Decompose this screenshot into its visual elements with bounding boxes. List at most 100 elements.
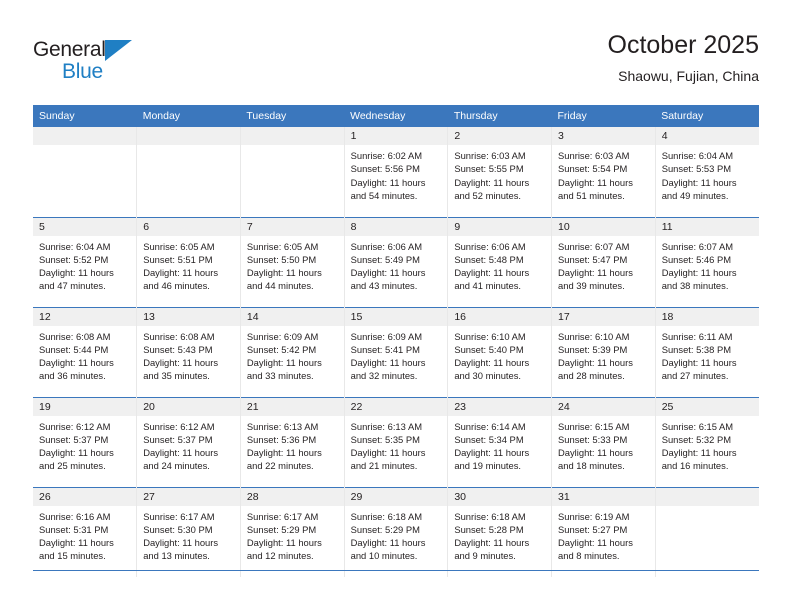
day-number: 30	[448, 487, 552, 506]
week-row: 5 Sunrise: 6:04 AM Sunset: 5:52 PM Dayli…	[33, 216, 759, 307]
day-details: Sunrise: 6:09 AM Sunset: 5:42 PM Dayligh…	[241, 326, 344, 383]
day-number	[655, 487, 759, 506]
day-cell[interactable]: 7 Sunrise: 6:05 AM Sunset: 5:50 PM Dayli…	[239, 216, 345, 307]
sunrise-line: Sunrise: 6:18 AM	[350, 510, 423, 522]
daylight-line-2: and 47 minutes.	[39, 280, 106, 292]
day-cell[interactable]: 12 Sunrise: 6:08 AM Sunset: 5:44 PM Dayl…	[33, 306, 137, 397]
day-cell[interactable]: 30 Sunrise: 6:18 AM Sunset: 5:28 PM Dayl…	[447, 486, 552, 577]
day-cell[interactable]	[33, 127, 137, 217]
day-cell[interactable]	[239, 127, 345, 217]
day-cell[interactable]	[136, 127, 241, 217]
sunset-line: Sunset: 5:35 PM	[350, 433, 420, 445]
day-cell[interactable]: 9 Sunrise: 6:06 AM Sunset: 5:48 PM Dayli…	[447, 216, 552, 307]
day-cell[interactable]: 4 Sunrise: 6:04 AM Sunset: 5:53 PM Dayli…	[654, 127, 759, 217]
sunrise-line: Sunrise: 6:11 AM	[661, 330, 733, 342]
day-number: 5	[33, 217, 137, 236]
weekday-header-saturday: Saturday	[655, 105, 759, 127]
day-cell[interactable]: 26 Sunrise: 6:16 AM Sunset: 5:31 PM Dayl…	[33, 486, 137, 577]
daylight-line-2: and 22 minutes.	[246, 460, 314, 472]
day-cell[interactable]: 14 Sunrise: 6:09 AM Sunset: 5:42 PM Dayl…	[239, 306, 345, 397]
day-cell[interactable]: 16 Sunrise: 6:10 AM Sunset: 5:40 PM Dayl…	[447, 306, 552, 397]
day-details: Sunrise: 6:18 AM Sunset: 5:28 PM Dayligh…	[448, 506, 551, 563]
day-cell[interactable]: 20 Sunrise: 6:12 AM Sunset: 5:37 PM Dayl…	[136, 396, 241, 487]
week-row: 26 Sunrise: 6:16 AM Sunset: 5:31 PM Dayl…	[33, 486, 759, 577]
day-cell[interactable]: 25 Sunrise: 6:15 AM Sunset: 5:32 PM Dayl…	[654, 396, 759, 487]
sunset-line: Sunset: 5:49 PM	[350, 253, 420, 265]
day-cell[interactable]: 13 Sunrise: 6:08 AM Sunset: 5:43 PM Dayl…	[136, 306, 241, 397]
day-cell[interactable]: 3 Sunrise: 6:03 AM Sunset: 5:54 PM Dayli…	[551, 127, 656, 217]
day-details: Sunrise: 6:18 AM Sunset: 5:29 PM Dayligh…	[345, 506, 448, 563]
page-header: General Blue October 2025 Shaowu, Fujian…	[33, 30, 759, 98]
daylight-line-2: and 51 minutes.	[558, 189, 625, 201]
sunset-line: Sunset: 5:52 PM	[39, 253, 109, 265]
sunrise-line: Sunrise: 6:07 AM	[558, 240, 630, 252]
day-cell[interactable]: 29 Sunrise: 6:18 AM Sunset: 5:29 PM Dayl…	[343, 486, 448, 577]
sunrise-line: Sunrise: 6:03 AM	[454, 150, 526, 161]
day-cell[interactable]: 24 Sunrise: 6:15 AM Sunset: 5:33 PM Dayl…	[551, 396, 656, 487]
day-cell[interactable]: 18 Sunrise: 6:11 AM Sunset: 5:38 PM Dayl…	[654, 306, 759, 397]
daylight-line-2: and 12 minutes.	[246, 550, 314, 562]
day-cell[interactable]: 1 Sunrise: 6:02 AM Sunset: 5:56 PM Dayli…	[343, 127, 448, 217]
day-cell[interactable]: 31 Sunrise: 6:19 AM Sunset: 5:27 PM Dayl…	[551, 486, 656, 577]
daylight-line-2: and 44 minutes.	[246, 280, 314, 292]
sunrise-line: Sunrise: 6:07 AM	[661, 240, 734, 252]
day-cell[interactable]: 21 Sunrise: 6:13 AM Sunset: 5:36 PM Dayl…	[239, 396, 345, 487]
daylight-line-1: Daylight: 11 hours	[558, 267, 633, 279]
daylight-line-2: and 39 minutes.	[558, 280, 625, 292]
day-number: 28	[240, 487, 344, 506]
daylight-line-2: and 54 minutes.	[350, 189, 418, 201]
day-cell[interactable]: 11 Sunrise: 6:07 AM Sunset: 5:46 PM Dayl…	[654, 216, 759, 307]
day-cell[interactable]: 15 Sunrise: 6:09 AM Sunset: 5:41 PM Dayl…	[343, 306, 448, 397]
week-row: 1 Sunrise: 6:02 AM Sunset: 5:56 PM Dayli…	[33, 127, 759, 217]
logo-text-blue: Blue	[62, 60, 103, 83]
sunrise-line: Sunrise: 6:10 AM	[454, 330, 526, 342]
day-cell[interactable]: 6 Sunrise: 6:05 AM Sunset: 5:51 PM Dayli…	[136, 216, 241, 307]
day-cell[interactable]: 28 Sunrise: 6:17 AM Sunset: 5:29 PM Dayl…	[239, 486, 345, 577]
day-details: Sunrise: 6:13 AM Sunset: 5:35 PM Dayligh…	[345, 416, 448, 473]
sunrise-line: Sunrise: 6:15 AM	[661, 420, 734, 432]
day-number: 9	[448, 217, 552, 236]
day-cell[interactable]	[654, 486, 759, 577]
daylight-line-1: Daylight: 11 hours	[143, 447, 219, 459]
daylight-line-2: and 16 minutes.	[661, 460, 729, 472]
day-number: 31	[552, 487, 655, 506]
daylight-line-1: Daylight: 11 hours	[454, 357, 530, 369]
day-cell[interactable]: 8 Sunrise: 6:06 AM Sunset: 5:49 PM Dayli…	[343, 216, 448, 307]
day-cell[interactable]: 10 Sunrise: 6:07 AM Sunset: 5:47 PM Dayl…	[551, 216, 656, 307]
day-number: 26	[33, 487, 137, 506]
day-cell[interactable]: 5 Sunrise: 6:04 AM Sunset: 5:52 PM Dayli…	[33, 216, 137, 307]
sunrise-line: Sunrise: 6:17 AM	[143, 510, 215, 522]
daylight-line-2: and 46 minutes.	[143, 280, 210, 292]
generalblue-logo[interactable]: General Blue	[33, 38, 183, 94]
day-cell[interactable]: 27 Sunrise: 6:17 AM Sunset: 5:30 PM Dayl…	[136, 486, 241, 577]
day-number: 12	[33, 307, 137, 326]
sunrise-line: Sunrise: 6:15 AM	[558, 420, 630, 432]
sunrise-line: Sunrise: 6:12 AM	[39, 420, 111, 432]
sunrise-line: Sunrise: 6:05 AM	[143, 240, 215, 252]
daylight-line-2: and 41 minutes.	[454, 280, 522, 292]
daylight-line-1: Daylight: 11 hours	[246, 447, 322, 459]
day-cell[interactable]: 22 Sunrise: 6:13 AM Sunset: 5:35 PM Dayl…	[343, 396, 448, 487]
day-number: 11	[655, 217, 759, 236]
day-cell[interactable]: 2 Sunrise: 6:03 AM Sunset: 5:55 PM Dayli…	[447, 127, 552, 217]
day-number: 18	[655, 307, 759, 326]
day-details: Sunrise: 6:04 AM Sunset: 5:52 PM Dayligh…	[33, 236, 136, 293]
sunset-line: Sunset: 5:37 PM	[39, 433, 109, 445]
day-details: Sunrise: 6:03 AM Sunset: 5:54 PM Dayligh…	[552, 145, 655, 202]
day-details: Sunrise: 6:16 AM Sunset: 5:31 PM Dayligh…	[33, 506, 136, 563]
day-cell[interactable]: 17 Sunrise: 6:10 AM Sunset: 5:39 PM Dayl…	[551, 306, 656, 397]
daylight-line-1: Daylight: 11 hours	[558, 447, 633, 459]
day-cell[interactable]: 19 Sunrise: 6:12 AM Sunset: 5:37 PM Dayl…	[33, 396, 137, 487]
page-title: October 2025	[607, 31, 760, 59]
day-cell[interactable]: 23 Sunrise: 6:14 AM Sunset: 5:34 PM Dayl…	[447, 396, 552, 487]
daylight-line-1: Daylight: 11 hours	[661, 176, 737, 188]
daylight-line-2: and 36 minutes.	[39, 370, 106, 382]
daylight-line-2: and 49 minutes.	[661, 189, 729, 201]
week-row: 19 Sunrise: 6:12 AM Sunset: 5:37 PM Dayl…	[33, 396, 759, 487]
daylight-line-2: and 8 minutes.	[558, 550, 620, 562]
day-number: 17	[552, 307, 655, 326]
sunrise-line: Sunrise: 6:18 AM	[454, 510, 526, 522]
sunrise-line: Sunrise: 6:13 AM	[350, 420, 423, 432]
day-number: 20	[137, 397, 240, 416]
day-details: Sunrise: 6:10 AM Sunset: 5:40 PM Dayligh…	[448, 326, 551, 383]
